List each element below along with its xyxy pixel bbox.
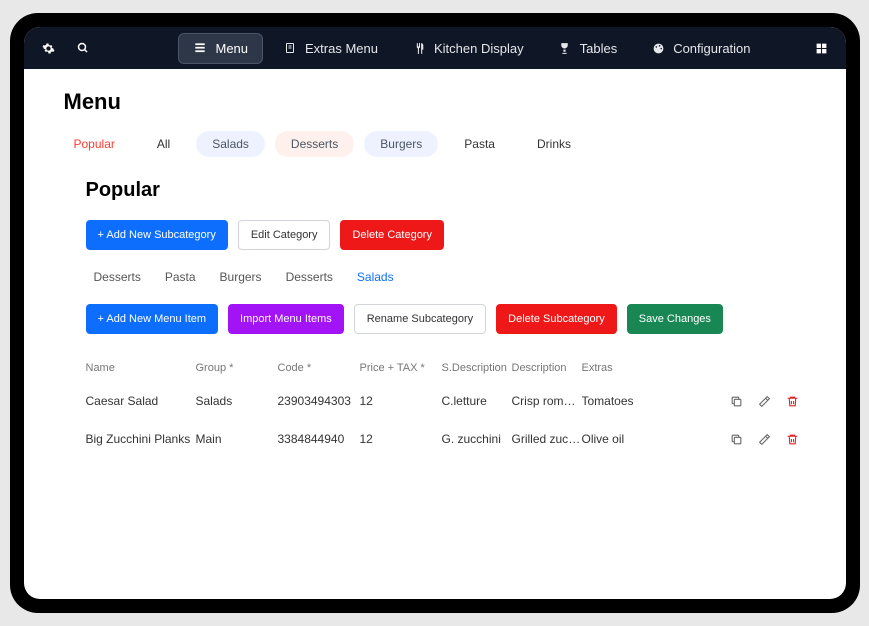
tab-popular[interactable]: Popular bbox=[74, 131, 131, 157]
topbar-left bbox=[42, 42, 89, 55]
nav-extras[interactable]: Extras Menu bbox=[269, 33, 392, 64]
menu-items-table: Name Group * Code * Price + TAX * S.Desc… bbox=[86, 354, 806, 458]
edit-icon[interactable] bbox=[758, 394, 772, 408]
palette-icon bbox=[651, 41, 665, 55]
cell-name: Big Zucchini Planks bbox=[86, 432, 196, 446]
tablet-frame: Menu Extras Menu Kitchen Display bbox=[10, 13, 860, 613]
cell-desc: Crisp romain.. bbox=[512, 394, 582, 408]
table-header: Name Group * Code * Price + TAX * S.Desc… bbox=[86, 354, 806, 382]
trash-icon[interactable] bbox=[786, 394, 800, 408]
cell-group: Salads bbox=[196, 394, 278, 408]
delete-subcategory-button[interactable]: Delete Subcategory bbox=[496, 304, 617, 334]
cell-extras: Olive oil bbox=[582, 432, 652, 446]
rename-subcategory-button[interactable]: Rename Subcategory bbox=[354, 304, 486, 334]
utensils-icon bbox=[412, 41, 426, 55]
tab-all[interactable]: All bbox=[141, 131, 186, 157]
cell-sdesc: G. zucchini bbox=[442, 432, 512, 446]
cell-sdesc: C.letture bbox=[442, 394, 512, 408]
nav-config[interactable]: Configuration bbox=[637, 33, 764, 64]
th-code: Code * bbox=[278, 362, 360, 374]
table-row: Big Zucchini Planks Main 3384844940 12 G… bbox=[86, 420, 806, 458]
nav-label: Extras Menu bbox=[305, 41, 378, 56]
table-row: Caesar Salad Salads 23903494303 12 C.let… bbox=[86, 382, 806, 420]
nav-tables[interactable]: Tables bbox=[544, 33, 632, 64]
import-items-button[interactable]: Import Menu Items bbox=[228, 304, 344, 334]
add-menu-item-button[interactable]: + Add New Menu Item bbox=[86, 304, 219, 334]
th-group: Group * bbox=[196, 362, 278, 374]
trash-icon[interactable] bbox=[786, 432, 800, 446]
edit-icon[interactable] bbox=[758, 432, 772, 446]
item-button-row: + Add New Menu Item Import Menu Items Re… bbox=[86, 304, 806, 334]
cell-extras: Tomatoes bbox=[582, 394, 652, 408]
subcategory-tabs: Desserts Pasta Burgers Desserts Salads bbox=[86, 270, 806, 284]
trophy-icon bbox=[558, 41, 572, 55]
category-tabs: Popular All Salads Desserts Burgers Past… bbox=[64, 131, 806, 157]
tab-desserts[interactable]: Desserts bbox=[275, 131, 354, 157]
topbar: Menu Extras Menu Kitchen Display bbox=[24, 27, 846, 69]
cell-group: Main bbox=[196, 432, 278, 446]
tab-salads[interactable]: Salads bbox=[196, 131, 265, 157]
nav-label: Tables bbox=[580, 41, 618, 56]
subtab-desserts[interactable]: Desserts bbox=[94, 270, 141, 284]
gear-icon[interactable] bbox=[42, 42, 55, 55]
subtab-burgers[interactable]: Burgers bbox=[220, 270, 262, 284]
document-icon bbox=[283, 41, 297, 55]
tab-burgers[interactable]: Burgers bbox=[364, 131, 438, 157]
subtab-salads[interactable]: Salads bbox=[357, 270, 394, 284]
content: Menu Popular All Salads Desserts Burgers… bbox=[24, 69, 846, 599]
section-title: Popular bbox=[86, 179, 806, 202]
menu-icon bbox=[193, 41, 207, 55]
delete-category-button[interactable]: Delete Category bbox=[340, 220, 444, 250]
th-sdesc: S.Description bbox=[442, 362, 512, 374]
topbar-right-icon[interactable] bbox=[815, 42, 828, 55]
cell-code: 23903494303 bbox=[278, 394, 360, 408]
nav-kitchen[interactable]: Kitchen Display bbox=[398, 33, 538, 64]
tab-drinks[interactable]: Drinks bbox=[521, 131, 587, 157]
nav-label: Menu bbox=[215, 41, 248, 56]
copy-icon[interactable] bbox=[730, 394, 744, 408]
screen: Menu Extras Menu Kitchen Display bbox=[24, 27, 846, 599]
cell-desc: Grilled zucch.. bbox=[512, 432, 582, 446]
search-icon[interactable] bbox=[77, 42, 89, 55]
copy-icon[interactable] bbox=[730, 432, 744, 446]
th-actions bbox=[652, 362, 806, 374]
category-button-row: + Add New Subcategory Edit Category Dele… bbox=[86, 220, 806, 250]
edit-category-button[interactable]: Edit Category bbox=[238, 220, 331, 250]
th-name: Name bbox=[86, 362, 196, 374]
subtab-pasta[interactable]: Pasta bbox=[165, 270, 196, 284]
th-extras: Extras bbox=[582, 362, 652, 374]
save-changes-button[interactable]: Save Changes bbox=[627, 304, 723, 334]
cell-code: 3384844940 bbox=[278, 432, 360, 446]
th-price: Price + TAX * bbox=[360, 362, 442, 374]
row-actions bbox=[652, 432, 806, 446]
th-desc: Description bbox=[512, 362, 582, 374]
section: Popular + Add New Subcategory Edit Categ… bbox=[64, 179, 806, 458]
page-title: Menu bbox=[64, 89, 806, 115]
cell-price: 12 bbox=[360, 432, 442, 446]
row-actions bbox=[652, 394, 806, 408]
tab-pasta[interactable]: Pasta bbox=[448, 131, 511, 157]
nav-label: Kitchen Display bbox=[434, 41, 524, 56]
nav-items: Menu Extras Menu Kitchen Display bbox=[139, 33, 805, 64]
cell-name: Caesar Salad bbox=[86, 394, 196, 408]
subtab-desserts2[interactable]: Desserts bbox=[286, 270, 333, 284]
add-subcategory-button[interactable]: + Add New Subcategory bbox=[86, 220, 228, 250]
nav-menu[interactable]: Menu bbox=[178, 33, 263, 64]
cell-price: 12 bbox=[360, 394, 442, 408]
nav-label: Configuration bbox=[673, 41, 750, 56]
